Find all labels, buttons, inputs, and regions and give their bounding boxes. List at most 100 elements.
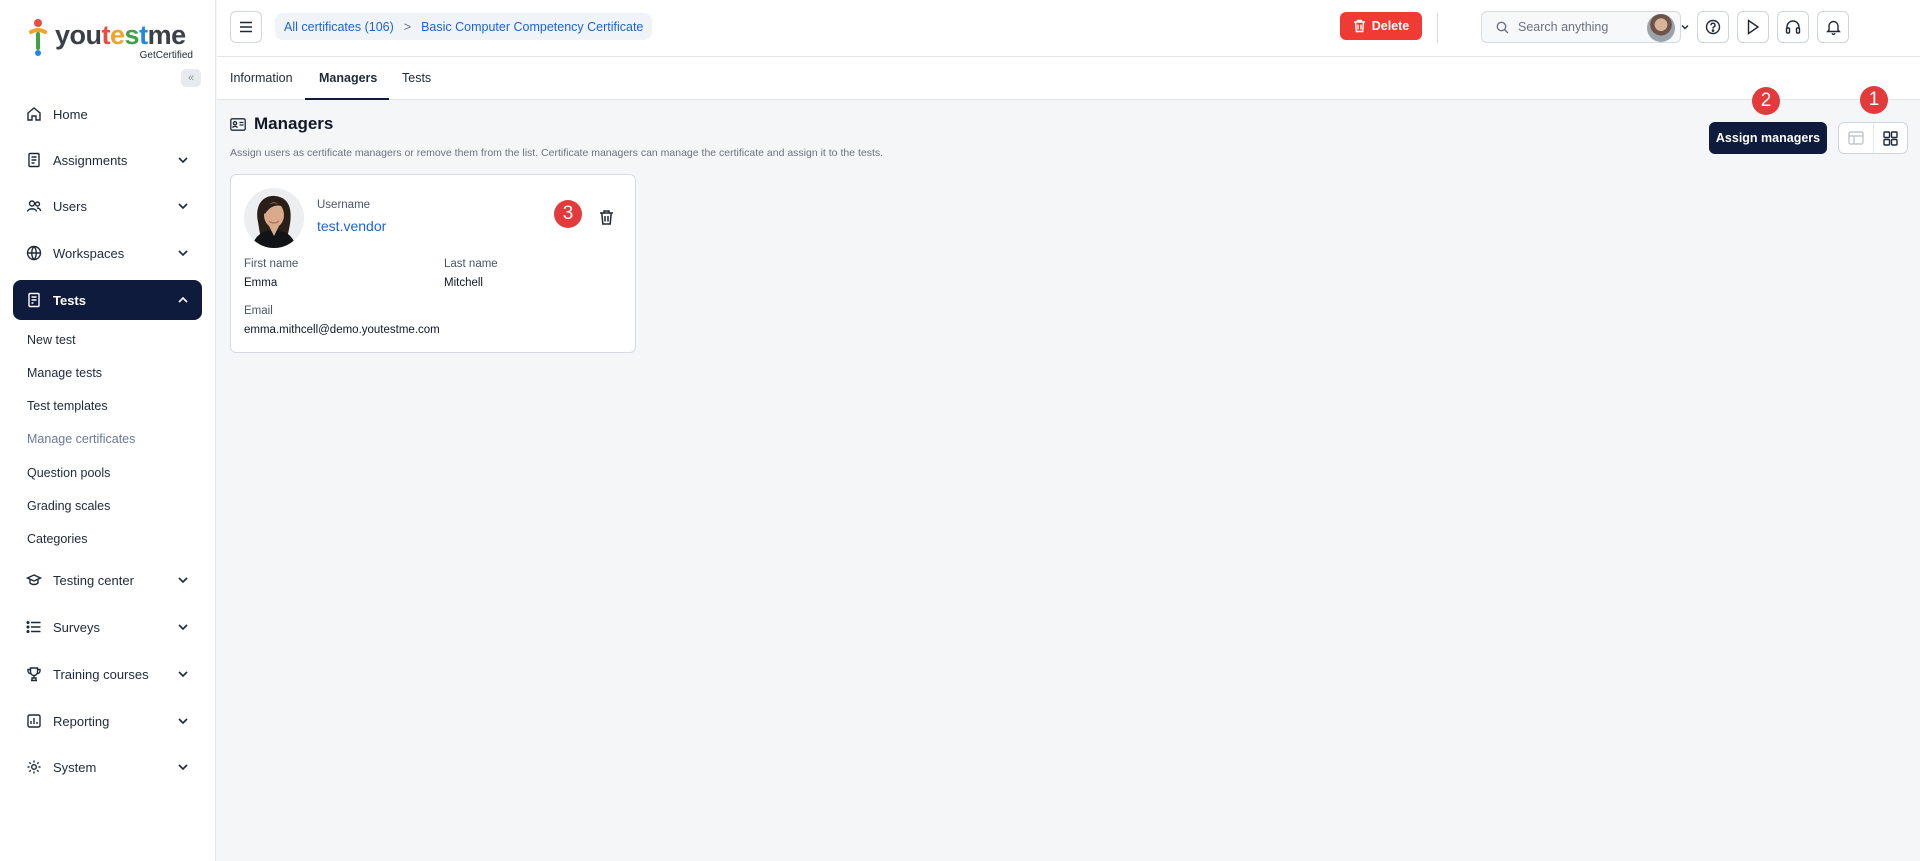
chevron-down-icon: [178, 764, 188, 771]
sidebar-item-home[interactable]: Home: [13, 94, 202, 134]
search-placeholder: Search anything: [1518, 20, 1609, 34]
trash-icon: [599, 209, 613, 225]
help-icon: [1705, 19, 1721, 35]
sidebar-item-label: Workspaces: [53, 245, 125, 261]
assign-managers-button[interactable]: Assign managers: [1709, 122, 1827, 154]
sidebar-subitem-grading-scales[interactable]: Grading scales: [27, 499, 110, 513]
chevron-down-icon: [178, 671, 188, 678]
step-badge-2: 2: [1752, 87, 1780, 115]
chevron-down-icon: [178, 203, 188, 210]
sidebar-item-label: Reporting: [53, 713, 110, 729]
sidebar-subitem-test-templates[interactable]: Test templates: [27, 399, 108, 413]
manager-photo: [244, 188, 304, 248]
trophy-icon: [25, 665, 43, 683]
email-value: emma.mithcell@demo.youtestme.com: [244, 324, 440, 336]
tab-managers[interactable]: Managers: [319, 71, 377, 85]
sidebar-item-label: Tests: [53, 292, 86, 308]
breadcrumb-separator: >: [403, 19, 412, 34]
sidebar-item-label: Users: [53, 198, 87, 214]
sidebar-item-label: Home: [53, 106, 88, 122]
manager-username-link[interactable]: test.vendor: [317, 218, 386, 234]
support-button[interactable]: [1777, 11, 1809, 43]
help-button[interactable]: [1697, 11, 1729, 43]
globe-icon: [25, 244, 43, 262]
users-icon: [25, 197, 43, 215]
test-icon: [25, 291, 43, 309]
chevron-up-icon: [178, 296, 188, 303]
table-view-button[interactable]: [1839, 123, 1874, 153]
chevron-down-icon: [178, 718, 188, 725]
tab-information[interactable]: Information: [230, 71, 293, 85]
collapse-sidebar-button[interactable]: «: [181, 69, 201, 87]
toolbar-divider: [1437, 13, 1438, 43]
hamburger-icon: [240, 21, 252, 33]
grid-view-button[interactable]: [1874, 123, 1908, 153]
youtestme-logo[interactable]: youtestme GetCertified: [28, 16, 193, 62]
first-name-value: Emma: [244, 277, 278, 289]
sidebar-subitem-categories[interactable]: Categories: [27, 532, 87, 546]
sidebar-item-system[interactable]: System: [13, 747, 202, 787]
id-card-icon: [230, 117, 246, 131]
chevron-down-icon: [178, 250, 188, 257]
sidebar-item-assignments[interactable]: Assignments: [13, 140, 202, 180]
sidebar-subitem-manage-tests[interactable]: Manage tests: [27, 366, 102, 380]
user-avatar[interactable]: [1647, 14, 1675, 42]
chevron-down-icon[interactable]: [1680, 22, 1690, 32]
sidebar-item-training-courses[interactable]: Training courses: [13, 654, 202, 694]
list-icon: [25, 618, 43, 636]
logo-subtitle: GetCertified: [139, 50, 193, 61]
email-label: Email: [244, 305, 273, 317]
sidebar-item-tests[interactable]: Tests: [13, 280, 202, 320]
chevron-down-icon: [178, 624, 188, 631]
sidebar-item-testing-center[interactable]: Testing center: [13, 560, 202, 600]
breadcrumb-current-certificate[interactable]: Basic Computer Competency Certificate: [421, 20, 643, 34]
last-name-value: Mitchell: [444, 277, 483, 289]
sidebar-item-label: Assignments: [53, 152, 128, 168]
double-chevron-left-icon: «: [187, 72, 195, 84]
remove-manager-button[interactable]: [596, 207, 616, 227]
delete-button[interactable]: Delete: [1340, 12, 1422, 40]
sidebar-subitem-new-test[interactable]: New test: [27, 333, 76, 347]
chart-icon: [25, 712, 43, 730]
sidebar-item-users[interactable]: Users: [13, 186, 202, 226]
sidebar-subitem-question-pools[interactable]: Question pools: [27, 466, 110, 480]
username-label: Username: [317, 199, 371, 211]
active-tab-indicator: [305, 98, 389, 100]
testing-center-icon: [25, 571, 43, 589]
logo-mark-icon: [29, 19, 47, 56]
sidebar-item-label: System: [53, 759, 97, 775]
sidebar-item-reporting[interactable]: Reporting: [13, 701, 202, 741]
search-icon: [1496, 21, 1509, 33]
tab-tests[interactable]: Tests: [402, 71, 431, 85]
grid-view-icon: [1883, 130, 1898, 146]
headset-icon: [1785, 20, 1801, 34]
logo-text: youtestme: [55, 20, 186, 50]
manager-avatar: [244, 188, 304, 248]
home-icon: [25, 105, 43, 123]
document-icon: [25, 151, 43, 169]
sidebar-item-workspaces[interactable]: Workspaces: [13, 233, 202, 273]
tab-bar: Information Managers Tests: [217, 57, 1920, 100]
breadcrumb-all-certificates[interactable]: All certificates (106): [284, 20, 394, 34]
table-view-icon: [1848, 131, 1864, 145]
sidebar-item-label: Testing center: [53, 572, 134, 588]
trash-icon: [1353, 19, 1365, 33]
bell-icon: [1825, 20, 1841, 35]
sidebar-item-label: Training courses: [53, 666, 149, 682]
view-toggle: [1838, 122, 1908, 154]
step-badge-3: 3: [554, 200, 582, 228]
sidebar-item-label: Surveys: [53, 619, 100, 635]
notifications-button[interactable]: [1817, 11, 1849, 43]
chevron-down-icon: [178, 577, 188, 584]
last-name-label: Last name: [444, 258, 498, 270]
first-name-label: First name: [244, 258, 299, 270]
sidebar-subitem-manage-certificates[interactable]: Manage certificates: [27, 432, 135, 446]
gear-icon: [25, 758, 43, 776]
page-title: Managers: [254, 114, 334, 133]
sidebar: youtestme GetCertified « Home Assignment…: [0, 0, 216, 861]
sidebar-item-surveys[interactable]: Surveys: [13, 607, 202, 647]
page-header: Managers: [230, 114, 333, 134]
play-tutorial-button[interactable]: [1737, 11, 1769, 43]
menu-toggle-button[interactable]: [230, 11, 262, 43]
manager-card: Username test.vendor 3 First name Emma L…: [230, 174, 636, 353]
